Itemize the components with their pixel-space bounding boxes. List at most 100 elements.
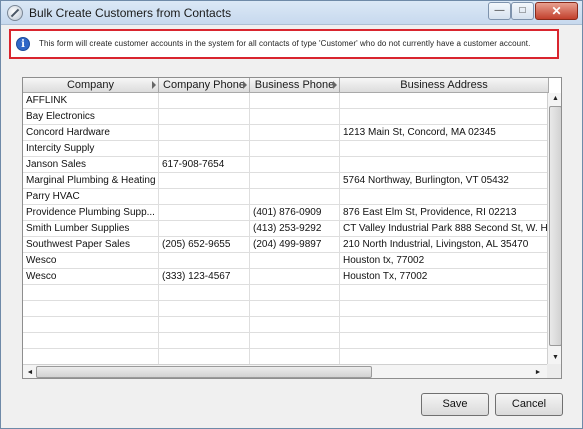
- table-row[interactable]: [23, 301, 549, 317]
- cell-business-phone[interactable]: [250, 141, 340, 157]
- cell-business-address[interactable]: [340, 285, 549, 301]
- table-row[interactable]: Wesco (333) 123-4567 Houston Tx, 77002: [23, 269, 549, 285]
- cell-business-address[interactable]: 1213 Main St, Concord, MA 02345: [340, 125, 549, 141]
- cell-business-address[interactable]: [340, 333, 549, 349]
- column-header-business-address[interactable]: Business Address: [340, 78, 549, 93]
- cell-company-phone[interactable]: [159, 221, 250, 237]
- cell-company[interactable]: [23, 301, 159, 317]
- close-button[interactable]: ✕: [535, 2, 578, 20]
- cell-company-phone[interactable]: [159, 189, 250, 205]
- cell-business-address[interactable]: [340, 157, 549, 173]
- cell-company-phone[interactable]: [159, 205, 250, 221]
- cell-business-phone[interactable]: (401) 876-0909: [250, 205, 340, 221]
- table-row[interactable]: [23, 317, 549, 333]
- cell-business-phone[interactable]: [250, 125, 340, 141]
- cell-company[interactable]: Concord Hardware: [23, 125, 159, 141]
- cell-business-phone[interactable]: [250, 189, 340, 205]
- cell-company[interactable]: Parry HVAC: [23, 189, 159, 205]
- horizontal-scrollbar[interactable]: ◄ ►: [23, 364, 561, 378]
- cell-business-address[interactable]: 5764 Northway, Burlington, VT 05432: [340, 173, 549, 189]
- vertical-scroll-thumb[interactable]: [549, 106, 561, 346]
- cell-company-phone[interactable]: [159, 349, 250, 365]
- cell-business-address[interactable]: [340, 301, 549, 317]
- scroll-up-arrow-icon[interactable]: ▲: [549, 93, 561, 105]
- cancel-button[interactable]: Cancel: [495, 393, 563, 416]
- table-row[interactable]: Wesco Houston tx, 77002: [23, 253, 549, 269]
- table-row[interactable]: Marginal Plumbing & Heating 5764 Northway…: [23, 173, 549, 189]
- cell-company-phone[interactable]: [159, 253, 250, 269]
- scroll-down-arrow-icon[interactable]: ▼: [549, 352, 561, 364]
- cell-company-phone[interactable]: [159, 301, 250, 317]
- cell-business-address[interactable]: [340, 93, 549, 109]
- column-header-business-phone[interactable]: Business Phone: [250, 78, 340, 93]
- cell-business-address[interactable]: 210 North Industrial, Livingston, AL 354…: [340, 237, 549, 253]
- table-row[interactable]: [23, 285, 549, 301]
- minimize-button[interactable]: —: [488, 2, 511, 20]
- table-row[interactable]: Intercity Supply: [23, 141, 549, 157]
- cell-company-phone[interactable]: [159, 317, 250, 333]
- cell-company[interactable]: Bay Electronics: [23, 109, 159, 125]
- cell-company[interactable]: Wesco: [23, 269, 159, 285]
- cell-business-address[interactable]: [340, 109, 549, 125]
- cell-business-phone[interactable]: [250, 109, 340, 125]
- cell-business-phone[interactable]: [250, 173, 340, 189]
- cell-company-phone[interactable]: (205) 652-9655: [159, 237, 250, 253]
- table-row[interactable]: Providence Plumbing Supp... (401) 876-090…: [23, 205, 549, 221]
- save-button[interactable]: Save: [421, 393, 489, 416]
- cell-business-address[interactable]: Houston tx, 77002: [340, 253, 549, 269]
- cell-business-phone[interactable]: [250, 317, 340, 333]
- cell-company[interactable]: Wesco: [23, 253, 159, 269]
- cell-business-phone[interactable]: [250, 93, 340, 109]
- column-header-company-phone[interactable]: Company Phone: [159, 78, 250, 93]
- cell-company[interactable]: AFFLINK: [23, 93, 159, 109]
- cell-company[interactable]: [23, 333, 159, 349]
- cell-business-address[interactable]: [340, 349, 549, 365]
- table-row[interactable]: Concord Hardware 1213 Main St, Concord, M…: [23, 125, 549, 141]
- cell-company[interactable]: Marginal Plumbing & Heating: [23, 173, 159, 189]
- cell-business-phone[interactable]: [250, 285, 340, 301]
- table-row[interactable]: Parry HVAC: [23, 189, 549, 205]
- table-row[interactable]: Smith Lumber Supplies (413) 253-9292 CT Va…: [23, 221, 549, 237]
- cell-business-address[interactable]: [340, 141, 549, 157]
- table-row[interactable]: Janson Sales 617-908-7654: [23, 157, 549, 173]
- cell-business-phone[interactable]: [250, 253, 340, 269]
- cell-business-address[interactable]: 876 East Elm St, Providence, RI 02213: [340, 205, 549, 221]
- cell-company-phone[interactable]: [159, 93, 250, 109]
- vertical-scrollbar[interactable]: ▲ ▼: [547, 93, 561, 364]
- cell-business-phone[interactable]: [250, 157, 340, 173]
- cell-business-address[interactable]: Houston Tx, 77002: [340, 269, 549, 285]
- cell-company-phone[interactable]: [159, 173, 250, 189]
- cell-company[interactable]: [23, 317, 159, 333]
- cell-business-phone[interactable]: [250, 333, 340, 349]
- cell-business-address[interactable]: [340, 317, 549, 333]
- cell-company[interactable]: [23, 349, 159, 365]
- cell-company[interactable]: Providence Plumbing Supp...: [23, 205, 159, 221]
- column-header-company[interactable]: Company: [23, 78, 159, 93]
- cell-company[interactable]: [23, 285, 159, 301]
- horizontal-scroll-thumb[interactable]: [36, 366, 372, 378]
- cell-company-phone[interactable]: (333) 123-4567: [159, 269, 250, 285]
- cell-business-address[interactable]: [340, 189, 549, 205]
- cell-business-phone[interactable]: (413) 253-9292: [250, 221, 340, 237]
- cell-business-phone[interactable]: [250, 301, 340, 317]
- cell-company-phone[interactable]: [159, 141, 250, 157]
- maximize-button[interactable]: □: [511, 2, 534, 20]
- cell-business-phone[interactable]: (204) 499-9897: [250, 237, 340, 253]
- cell-business-phone[interactable]: [250, 349, 340, 365]
- cell-company[interactable]: Janson Sales: [23, 157, 159, 173]
- cell-company-phone[interactable]: [159, 125, 250, 141]
- cell-company[interactable]: Smith Lumber Supplies: [23, 221, 159, 237]
- table-row[interactable]: AFFLINK: [23, 93, 549, 109]
- table-row[interactable]: Bay Electronics: [23, 109, 549, 125]
- cell-company-phone[interactable]: [159, 285, 250, 301]
- table-row[interactable]: Southwest Paper Sales (205) 652-9655 (204)…: [23, 237, 549, 253]
- cell-business-phone[interactable]: [250, 269, 340, 285]
- table-row[interactable]: [23, 333, 549, 349]
- cell-company[interactable]: Southwest Paper Sales: [23, 237, 159, 253]
- table-row[interactable]: [23, 349, 549, 365]
- cell-company-phone[interactable]: [159, 333, 250, 349]
- contacts-grid[interactable]: Company Company Phone Business Phone Bus…: [22, 77, 562, 379]
- cell-company[interactable]: Intercity Supply: [23, 141, 159, 157]
- cell-company-phone[interactable]: 617-908-7654: [159, 157, 250, 173]
- cell-company-phone[interactable]: [159, 109, 250, 125]
